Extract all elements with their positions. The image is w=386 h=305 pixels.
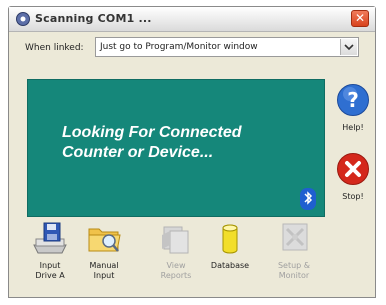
when-linked-value: Just go to Program/Monitor window [100,42,258,52]
database-button[interactable]: Database [205,221,255,271]
status-line-1: Looking For Connected [62,124,242,141]
input-drive-a-label: Input Drive A [35,261,65,280]
window-title: Scanning COM1 ... [35,12,152,25]
help-label: Help! [342,123,364,132]
view-reports-label: View Reports [160,261,192,280]
help-icon: ? [337,84,369,116]
stop-button[interactable]: Stop! [333,152,373,201]
status-panel: Looking For Connected Counter or Device.… [27,79,325,217]
database-label: Database [210,261,250,270]
manual-input-button[interactable]: Manual Input [79,221,129,281]
floppy-drive-icon [33,222,67,254]
scanning-dialog: Scanning COM1 ... ✕ When linked: Just go… [8,6,376,298]
when-linked-select[interactable]: Just go to Program/Monitor window [95,37,359,57]
chevron-down-icon [344,44,354,51]
when-linked-label: When linked: [25,43,84,53]
close-button[interactable]: ✕ [351,10,369,27]
dropdown-arrow-button[interactable] [340,39,357,55]
title-bar: Scanning COM1 ... ✕ [9,7,375,32]
input-drive-a-button[interactable]: Input Drive A [25,221,75,281]
stop-label: Stop! [342,192,364,201]
manual-input-label: Manual Input [89,261,119,280]
status-line-2: Counter or Device... [62,144,214,161]
folder-icon [88,228,121,252]
close-icon: ✕ [354,11,366,25]
view-reports-button[interactable]: View Reports [151,221,201,281]
svg-text:?: ? [347,88,359,112]
app-icon [16,12,30,26]
stop-icon [337,153,369,185]
setup-monitor-button[interactable]: Setup & Monitor [269,221,319,281]
bluetooth-icon [300,188,316,210]
help-button[interactable]: ? Help! [333,83,373,132]
reports-icon [162,226,189,254]
setup-monitor-label: Setup & Monitor [277,261,311,280]
setup-icon [282,223,308,251]
database-icon [222,224,238,254]
